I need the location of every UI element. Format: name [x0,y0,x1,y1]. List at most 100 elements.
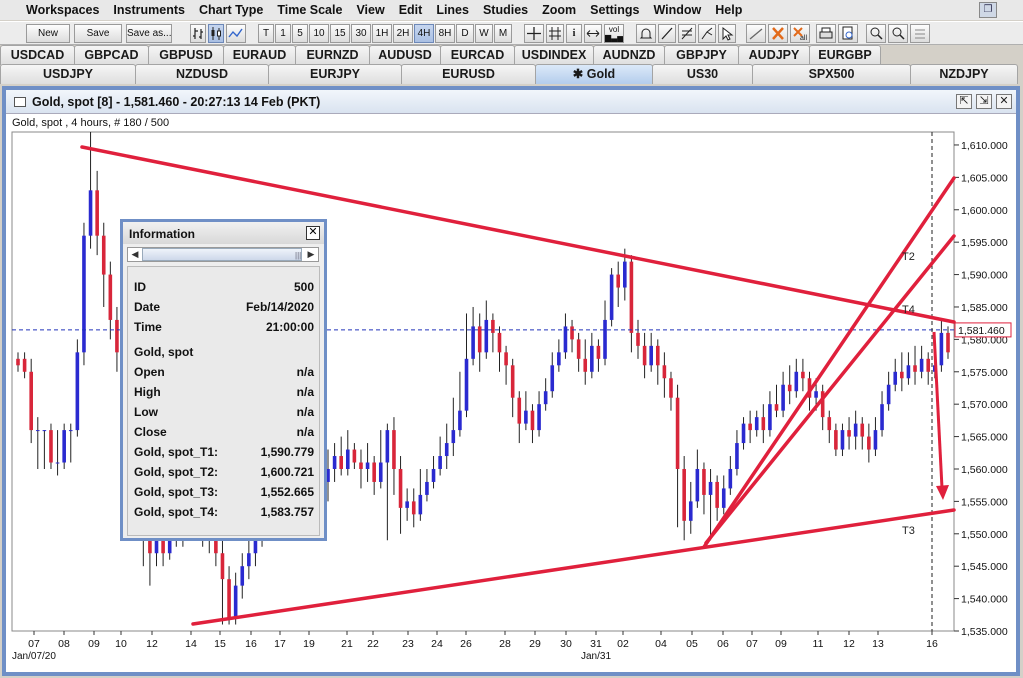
tab-euraud[interactable]: EURAUD [223,45,296,65]
candle-body [543,391,548,405]
scrollbar-thumb[interactable]: ||| [142,248,302,261]
tab-audusd[interactable]: AUDUSD [369,45,441,65]
print-preview-icon[interactable] [838,24,858,43]
candle-body [220,553,225,580]
print-icon[interactable] [816,24,836,43]
scroll-left-icon[interactable]: ◀ [128,248,142,261]
candle-body [636,332,640,346]
timeframe-button-10[interactable]: 10 [309,24,329,43]
candle-body [345,449,350,469]
menu-chart-type[interactable]: Chart Type [199,3,263,17]
fib-icon[interactable] [678,24,696,43]
candle-body [227,579,231,619]
x-tick-label: 09 [775,638,787,650]
info-label: ID [134,280,146,294]
tab-us30[interactable]: US30 [652,64,753,84]
tab-gbpcad[interactable]: GBPCAD [74,45,149,65]
information-panel-titlebar[interactable]: Information ✕ [123,222,324,244]
crosshair-icon[interactable] [524,24,544,43]
pitchfork-icon[interactable] [698,24,716,43]
cursor-icon[interactable] [718,24,736,43]
volume-button[interactable]: vol ▆▃▅ [604,24,624,43]
tab-gold[interactable]: ✱ Gold [535,64,653,84]
x-tick-label: 31 [590,638,602,650]
grid-icon[interactable] [546,24,564,43]
line-tool-icon[interactable] [746,24,766,43]
info-row: Gold, spot_T1: 1,590.779 [128,442,321,462]
tab-audnzd[interactable]: AUDNZD [593,45,665,65]
tab-eurnzd[interactable]: EURNZD [295,45,370,65]
tab-eurusd[interactable]: EURUSD [401,64,536,84]
x-tick-label: 08 [58,638,70,650]
restore-window-button[interactable]: ❐ [979,2,997,18]
zoom-out-icon[interactable] [888,24,908,43]
save-button[interactable]: Save [74,24,122,43]
menu-edit[interactable]: Edit [399,3,423,17]
menu-time-scale[interactable]: Time Scale [277,3,342,17]
tab-gbpusd[interactable]: GBPUSD [148,45,224,65]
candle-body [438,456,442,469]
tab-spx500[interactable]: SPX500 [752,64,911,84]
info-value: Feb/14/2020 [245,300,314,314]
line-chart-icon[interactable] [226,24,246,43]
information-close-button[interactable]: ✕ [306,226,320,240]
tab-eurjpy[interactable]: EURJPY [268,64,402,84]
timeframe-button-w[interactable]: W [475,24,493,43]
tab-nzdjpy[interactable]: NZDJPY [910,64,1018,84]
menu-workspaces[interactable]: Workspaces [26,3,99,17]
information-scrollbar[interactable]: ◀ ||| ▶ [127,247,319,262]
candlestick-icon[interactable] [208,24,224,43]
candle-body [774,404,779,411]
trendline-icon[interactable] [658,24,676,43]
candle-body [148,540,152,554]
menu-settings[interactable]: Settings [590,3,639,17]
timeframe-button-t[interactable]: T [258,24,274,43]
tab-usdjpy[interactable]: USDJPY [0,64,136,84]
candle-body [55,462,60,464]
zoom-reset-icon[interactable] [910,24,930,43]
restore-icon: ❐ [983,4,993,15]
candle-body [768,404,772,431]
arrows-icon[interactable] [584,24,602,43]
timeframe-button-4h[interactable]: 4H [414,24,434,43]
timeframe-button-1[interactable]: 1 [275,24,291,43]
candle-body [42,430,47,432]
delete-icon[interactable] [768,24,788,43]
tab-usdindex[interactable]: USDINDEX [514,45,594,65]
timeframe-button-8h[interactable]: 8H [435,24,455,43]
timeframe-button-15[interactable]: 15 [330,24,350,43]
menu-zoom[interactable]: Zoom [542,3,576,17]
timeframe-button-2h[interactable]: 2H [393,24,413,43]
timeframe-button-m[interactable]: M [494,24,512,43]
menu-studies[interactable]: Studies [483,3,528,17]
bar-chart-icon[interactable] [190,24,206,43]
save-as-button[interactable]: Save as... [126,24,172,43]
tab-gbpjpy[interactable]: GBPJPY [664,45,739,65]
scroll-right-icon[interactable]: ▶ [304,248,318,261]
tab-nzdusd[interactable]: NZDUSD [135,64,269,84]
tab-eurcad[interactable]: EURCAD [440,45,515,65]
y-tick-label: 1,575.000 [961,367,1008,379]
candle-body [332,456,337,469]
new-button[interactable]: New [26,24,70,43]
menu-window[interactable]: Window [653,3,701,17]
menu-instruments[interactable]: Instruments [113,3,185,17]
menu-lines[interactable]: Lines [436,3,469,17]
timeframe-button-5[interactable]: 5 [292,24,308,43]
y-tick-label: 1,585.000 [961,302,1008,314]
tab-eurgbp[interactable]: EURGBP [809,45,881,65]
tab-audjpy[interactable]: AUDJPY [738,45,810,65]
timeframe-button-30[interactable]: 30 [351,24,371,43]
candle-body [484,319,489,353]
timeframe-button-d[interactable]: D [456,24,474,43]
timeframe-button-1h[interactable]: 1H [372,24,392,43]
info-icon[interactable]: i [566,24,582,43]
alarm-bell-icon[interactable] [636,24,656,43]
delete-all-icon[interactable]: all [790,24,810,43]
candle-body [247,553,251,567]
zoom-in-icon[interactable] [866,24,886,43]
menu-help[interactable]: Help [715,3,742,17]
menu-view[interactable]: View [356,3,384,17]
tab-usdcad[interactable]: USDCAD [0,45,75,65]
x-tick-label: 10 [115,638,127,650]
